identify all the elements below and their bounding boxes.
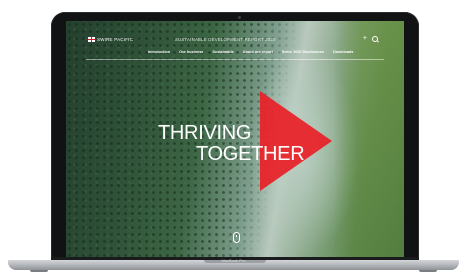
field-texture	[334, 21, 404, 257]
nav-item-sustainable[interactable]: Sustainable	[212, 50, 233, 54]
flag-icon	[88, 37, 95, 42]
nav-item-downloads[interactable]: Downloads	[333, 50, 353, 54]
camera-dot	[238, 16, 241, 19]
nav-item-our-business[interactable]: Our business	[179, 50, 203, 54]
website-screen: SWIRE PACIFIC SUSTAINABLE DEVELOPMENT RE…	[66, 21, 404, 257]
laptop-foot-left	[30, 270, 48, 272]
scroll-down-icon[interactable]	[233, 232, 240, 243]
search-icon[interactable]	[372, 36, 378, 42]
nav-item-introduction[interactable]: Introduction	[148, 50, 170, 54]
model-label: MacBook Pro	[221, 258, 246, 263]
main-nav: Introduction Our business Sustainable Ab…	[148, 50, 353, 54]
laptop-mockup: SWIRE PACIFIC SUSTAINABLE DEVELOPMENT RE…	[0, 0, 467, 278]
brand-logo[interactable]: SWIRE PACIFIC	[88, 37, 133, 42]
report-title: SUSTAINABLE DEVELOPMENT REPORT 2020	[175, 37, 276, 42]
hero-line-2: TOGETHER	[196, 143, 305, 165]
nav-item-about-report[interactable]: About our report	[243, 50, 273, 54]
nav-divider	[86, 59, 384, 60]
brand-name: SWIRE PACIFIC	[97, 37, 134, 42]
hero-title: THRIVING TOGETHER	[158, 122, 305, 165]
plus-icon[interactable]: +	[363, 35, 367, 42]
hero-line-1: THRIVING	[158, 122, 252, 144]
nav-item-disclosures[interactable]: Swire 2020 Disclosures	[282, 50, 324, 54]
header-actions: +	[363, 35, 378, 42]
laptop-foot-right	[419, 270, 437, 272]
